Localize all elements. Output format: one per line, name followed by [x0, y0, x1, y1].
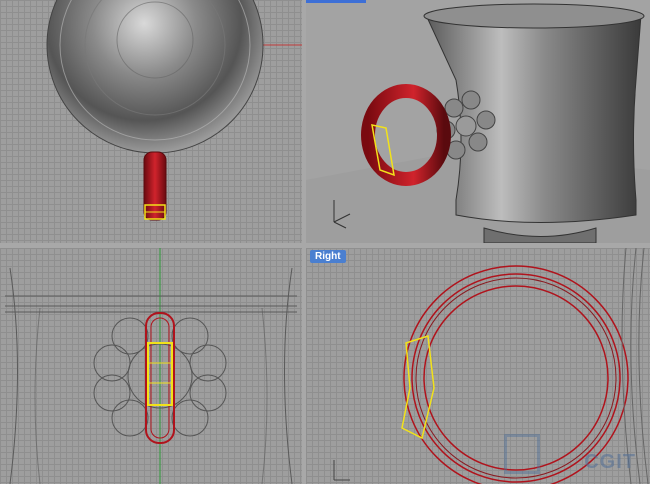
viewport-perspective[interactable] — [306, 0, 650, 243]
watermark-text: CGIT — [584, 451, 636, 473]
top-view-render — [46, 0, 302, 221]
watermark-logo — [504, 434, 540, 474]
axis-widget-right — [333, 460, 350, 481]
cup-top-body — [46, 0, 264, 154]
right-view-render — [333, 248, 649, 484]
viewport-front[interactable] — [0, 248, 302, 484]
viewport-label-right[interactable]: Right — [310, 250, 346, 263]
front-view-render — [5, 248, 297, 484]
handle-top-view — [143, 151, 167, 221]
viewport-right[interactable]: Right CGIT — [306, 248, 650, 484]
perspective-view-render — [306, 3, 650, 243]
selection-right — [401, 335, 435, 440]
cup-wireframe-right — [621, 248, 649, 484]
viewport-top[interactable] — [0, 0, 302, 243]
cup-rim-persp — [423, 3, 645, 29]
